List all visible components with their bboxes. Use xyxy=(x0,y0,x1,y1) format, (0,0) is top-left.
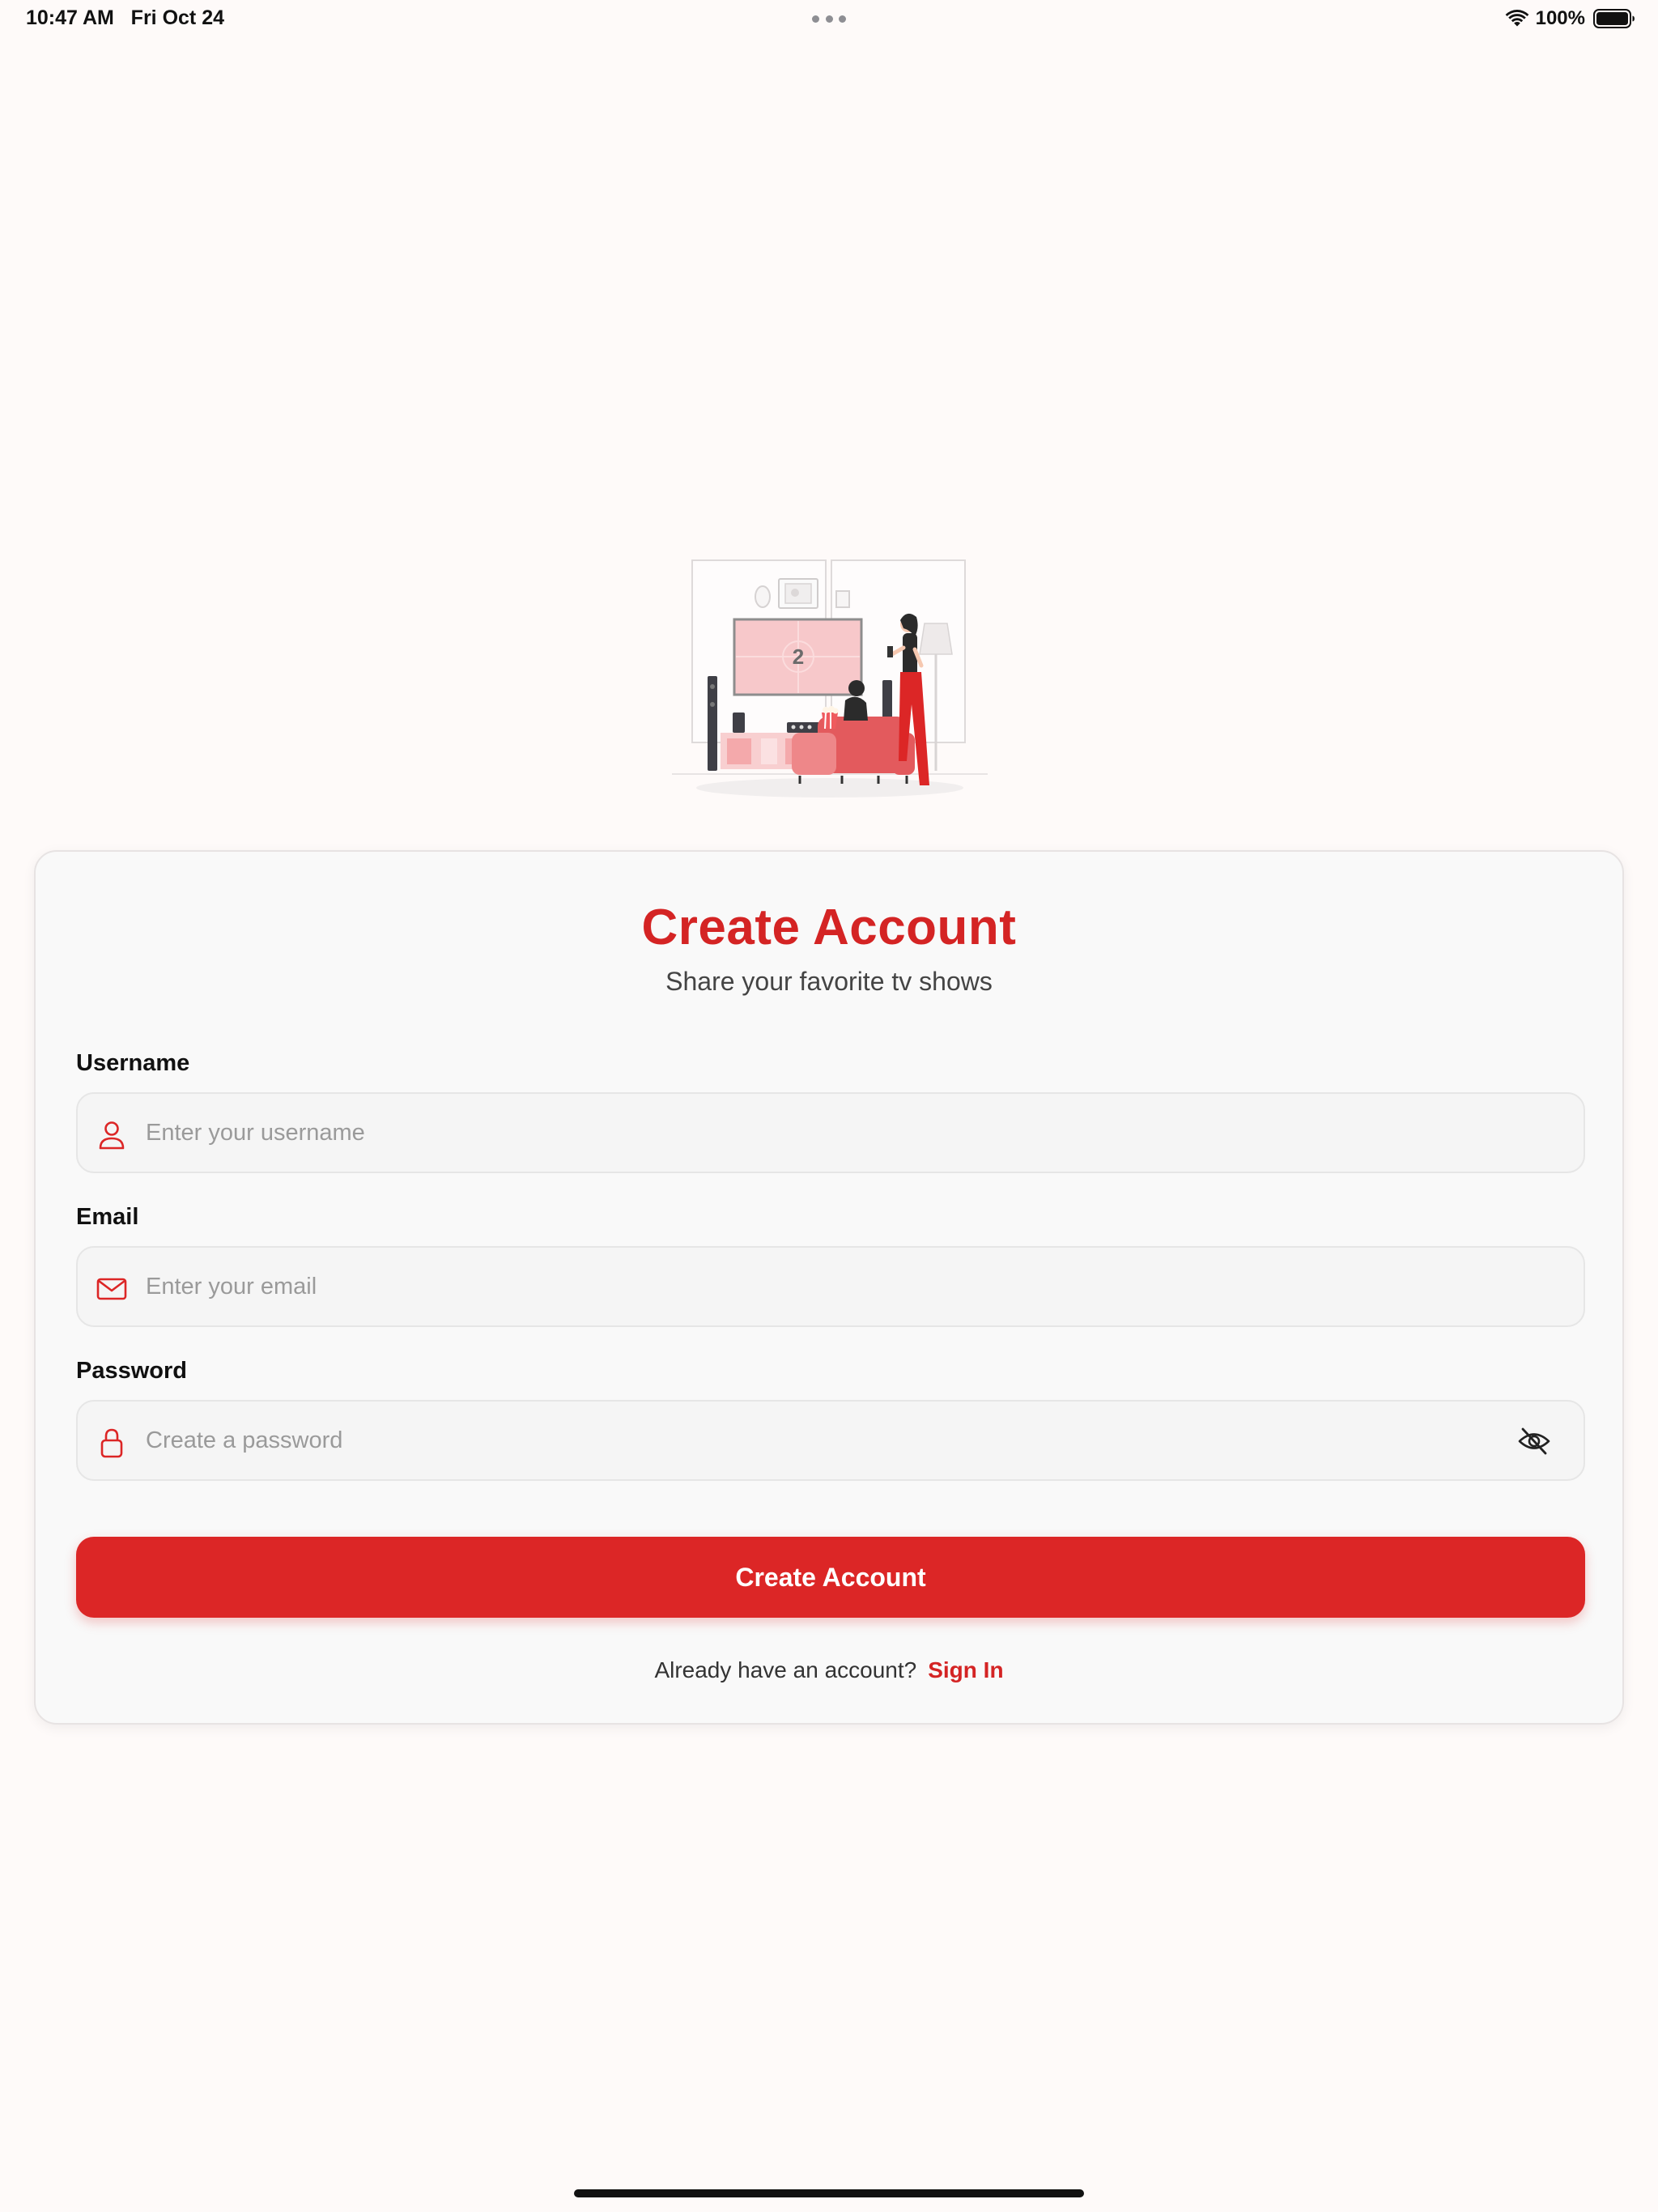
page-title: Create Account xyxy=(641,900,1017,955)
password-field-container[interactable] xyxy=(76,1400,1585,1481)
status-indicators: 100% xyxy=(1505,6,1635,31)
home-indicator[interactable] xyxy=(574,2189,1084,2197)
email-label: Email xyxy=(76,1204,139,1230)
status-bar: 10:47 AM Fri Oct 24 100% xyxy=(0,0,1658,39)
username-input[interactable] xyxy=(146,1094,1473,1172)
create-account-button[interactable]: Create Account xyxy=(76,1537,1585,1618)
battery-icon xyxy=(1593,9,1635,28)
sign-in-link[interactable]: Sign In xyxy=(928,1657,1003,1682)
username-field-container[interactable] xyxy=(76,1092,1585,1173)
user-icon xyxy=(99,1121,125,1150)
signup-card: Create Account Share your favorite tv sh… xyxy=(34,850,1624,1725)
tv-watching-illustration: 2 xyxy=(672,559,988,798)
password-input[interactable] xyxy=(146,1402,1473,1479)
password-label: Password xyxy=(76,1358,187,1384)
page-subtitle: Share your favorite tv shows xyxy=(665,967,993,996)
battery-percentage: 100% xyxy=(1535,7,1585,29)
username-label: Username xyxy=(76,1050,190,1076)
multitasking-dots-icon[interactable] xyxy=(812,15,846,23)
signin-prompt-row: Already have an account? Sign In xyxy=(36,1657,1622,1683)
email-field-container[interactable] xyxy=(76,1246,1585,1327)
email-input[interactable] xyxy=(146,1248,1473,1325)
mail-icon xyxy=(96,1278,127,1300)
status-time: 10:47 AM Fri Oct 24 xyxy=(26,6,224,29)
lock-icon xyxy=(100,1428,123,1458)
wifi-icon xyxy=(1505,10,1529,27)
eye-off-icon[interactable] xyxy=(1517,1426,1551,1457)
tv-channel-number: 2 xyxy=(793,644,804,669)
signin-prompt-text: Already have an account? xyxy=(654,1657,917,1682)
